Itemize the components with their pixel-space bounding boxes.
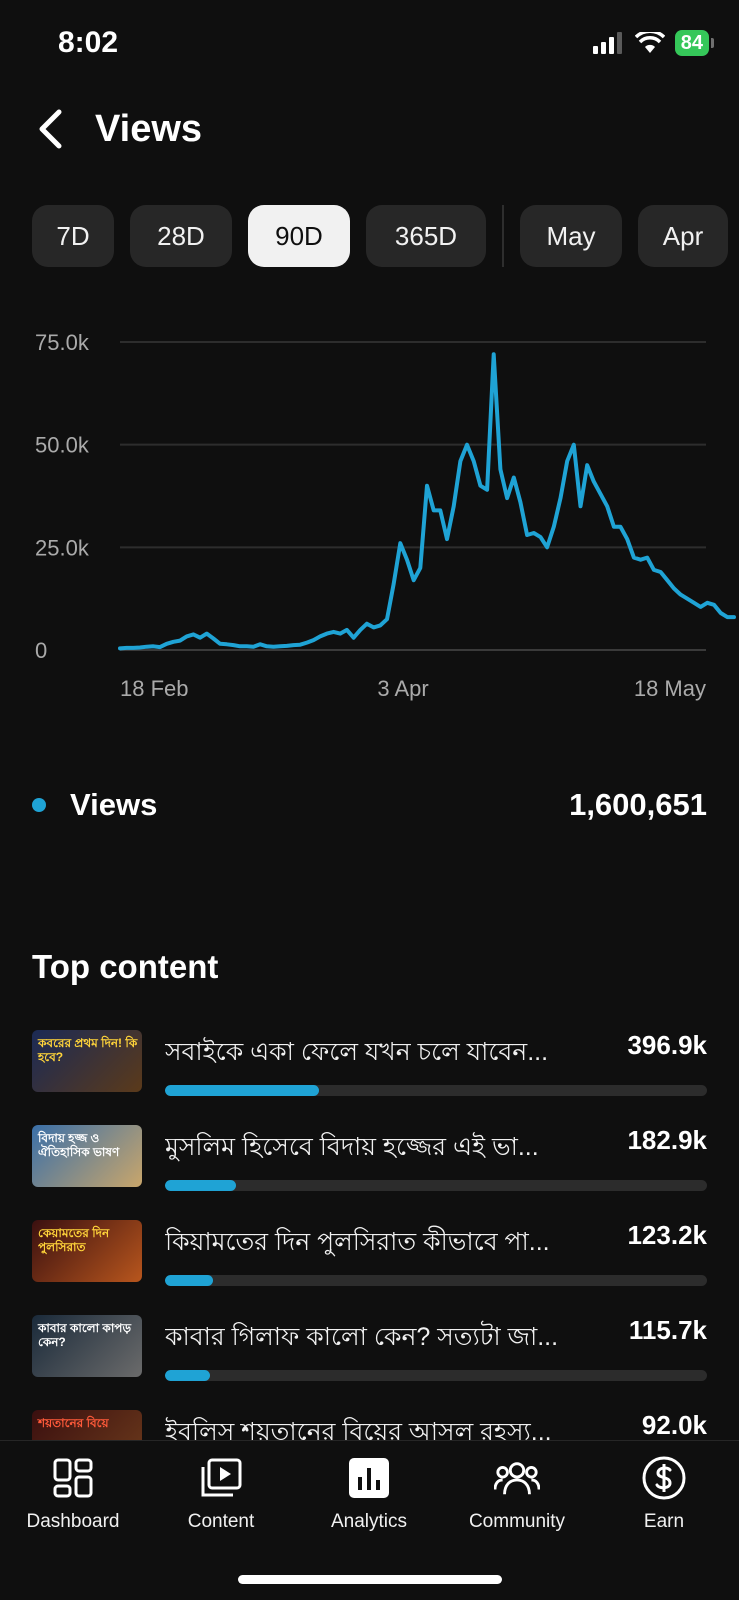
content-row[interactable]: শয়তানের বিয়ে ইবলিস শয়তানের বিয়ের আসল … xyxy=(32,1410,707,1440)
video-title[interactable]: কিয়ামতের দিন পুলসিরাত কীভাবে পা... xyxy=(165,1222,605,1265)
bottom-nav: Dashboard Content Analytics Community Ea… xyxy=(0,1440,739,1600)
y-tick-label: 75.0k xyxy=(35,330,90,355)
video-title[interactable]: মুসলিম হিসেবে বিদায় হজ্জের এই ভা... xyxy=(165,1127,605,1170)
video-views: 92.0k xyxy=(641,1410,707,1440)
views-line-chart: 0 25.0k 50.0k 75.0k 18 Feb 3 Apr 18 May xyxy=(35,330,736,701)
community-icon xyxy=(494,1455,540,1501)
status-icons: 84 xyxy=(592,30,715,56)
video-views: 115.7k xyxy=(628,1315,707,1345)
nav-content[interactable]: Content xyxy=(151,1455,291,1545)
video-views: 182.9k xyxy=(627,1125,707,1155)
video-views: 123.2k xyxy=(627,1220,707,1250)
thumbnail-text: কেয়ামতের দিন পুলসিরাত xyxy=(38,1226,110,1254)
y-tick-label: 25.0k xyxy=(35,535,90,560)
views-chart: 0 25.0k 50.0k 75.0k 18 Feb 3 Apr 18 May xyxy=(0,320,739,720)
thumbnail-text: কবরের প্রথম দিন! কি হবে? xyxy=(38,1036,138,1064)
top-content-title: Top content xyxy=(32,948,219,985)
chip-365d[interactable]: 365D xyxy=(366,205,486,267)
nav-community[interactable]: Community xyxy=(447,1455,587,1545)
views-bar-fill xyxy=(165,1370,211,1381)
views-bar-track xyxy=(165,1180,707,1191)
video-thumbnail[interactable]: কেয়ামতের দিন পুলসিরাত xyxy=(32,1220,142,1282)
views-total: 1,600,651 xyxy=(569,787,707,822)
nav-earn-label: Earn xyxy=(643,1511,685,1532)
header: Views xyxy=(0,96,739,166)
top-content-list: কবরের প্রথম দিন! কি হবে? সবাইকে একা ফেলে … xyxy=(32,1030,707,1440)
views-bar-track xyxy=(165,1085,707,1096)
content-row[interactable]: কাবার কালো কাপড় কেন? কাবার গিলাফ কালো কে… xyxy=(32,1315,707,1410)
nav-analytics-label: Analytics xyxy=(330,1511,408,1532)
legend-label: Views xyxy=(70,787,158,822)
status-bar: 8:02 84 xyxy=(0,0,739,92)
views-bar-track xyxy=(165,1370,707,1381)
nav-analytics[interactable]: Analytics xyxy=(299,1455,439,1545)
video-title[interactable]: ইবলিস শয়তানের বিয়ের আসল রহস্য... xyxy=(165,1412,605,1440)
wifi-icon xyxy=(634,32,665,53)
content-icon xyxy=(198,1455,244,1501)
period-selector: 7D 28D 90D 365D May Apr xyxy=(32,205,728,267)
page-title: Views xyxy=(95,108,203,150)
content-row[interactable]: কবরের প্রথম দিন! কি হবে? সবাইকে একা ফেলে … xyxy=(32,1030,707,1125)
x-tick-label: 3 Apr xyxy=(377,676,428,701)
status-time: 8:02 xyxy=(58,26,119,59)
dashboard-icon xyxy=(50,1455,96,1501)
battery-indicator: 84 xyxy=(674,30,715,56)
thumbnail-text: কাবার কালো কাপড় কেন? xyxy=(38,1321,132,1349)
views-series-line xyxy=(118,352,736,651)
signal-icon xyxy=(592,32,622,54)
chart-legend: Views 1,600,651 xyxy=(32,780,707,830)
back-arrow-icon xyxy=(39,109,62,149)
nav-content-label: Content xyxy=(187,1511,255,1532)
thumbnail-text: শয়তানের বিয়ে xyxy=(38,1416,109,1430)
chip-divider xyxy=(502,205,504,267)
earn-icon xyxy=(641,1455,687,1501)
video-thumbnail[interactable]: কাবার কালো কাপড় কেন? xyxy=(32,1315,142,1377)
chip-apr[interactable]: Apr xyxy=(638,205,728,267)
nav-earn[interactable]: Earn xyxy=(594,1455,734,1545)
x-tick-label: 18 May xyxy=(634,676,706,701)
nav-dashboard[interactable]: Dashboard xyxy=(3,1455,143,1545)
back-button[interactable] xyxy=(30,106,70,152)
video-views: 396.9k xyxy=(627,1030,707,1060)
video-title[interactable]: কাবার গিলাফ কালো কেন? সত্যটা জা... xyxy=(165,1317,605,1360)
thumbnail-text: বিদায় হজ্জ ও ঐতিহাসিক ভাষণ xyxy=(38,1131,120,1159)
content-row[interactable]: বিদায় হজ্জ ও ঐতিহাসিক ভাষণ মুসলিম হিসেবে… xyxy=(32,1125,707,1220)
chip-7d[interactable]: 7D xyxy=(32,205,114,267)
nav-dashboard-label: Dashboard xyxy=(26,1511,120,1532)
content-row[interactable]: কেয়ামতের দিন পুলসিরাত কিয়ামতের দিন পুলস… xyxy=(32,1220,707,1315)
video-title[interactable]: সবাইকে একা ফেলে যখন চলে যাবেন... xyxy=(165,1032,605,1075)
video-thumbnail[interactable]: শয়তানের বিয়ে xyxy=(32,1410,142,1440)
y-tick-label: 0 xyxy=(35,638,47,663)
analytics-icon xyxy=(346,1455,392,1501)
x-tick-label: 18 Feb xyxy=(120,676,189,701)
views-bar-fill xyxy=(165,1085,320,1096)
legend-dot xyxy=(32,798,46,812)
views-bar-track xyxy=(165,1275,707,1286)
views-bar-fill xyxy=(165,1180,237,1191)
video-thumbnail[interactable]: বিদায় হজ্জ ও ঐতিহাসিক ভাষণ xyxy=(32,1125,142,1187)
chip-may[interactable]: May xyxy=(520,205,622,267)
chip-28d[interactable]: 28D xyxy=(130,205,232,267)
views-bar-fill xyxy=(165,1275,213,1286)
video-thumbnail[interactable]: কবরের প্রথম দিন! কি হবে? xyxy=(32,1030,142,1092)
nav-community-label: Community xyxy=(468,1511,566,1532)
chip-90d[interactable]: 90D xyxy=(248,205,350,267)
home-indicator xyxy=(238,1575,502,1584)
y-tick-label: 50.0k xyxy=(35,433,90,458)
